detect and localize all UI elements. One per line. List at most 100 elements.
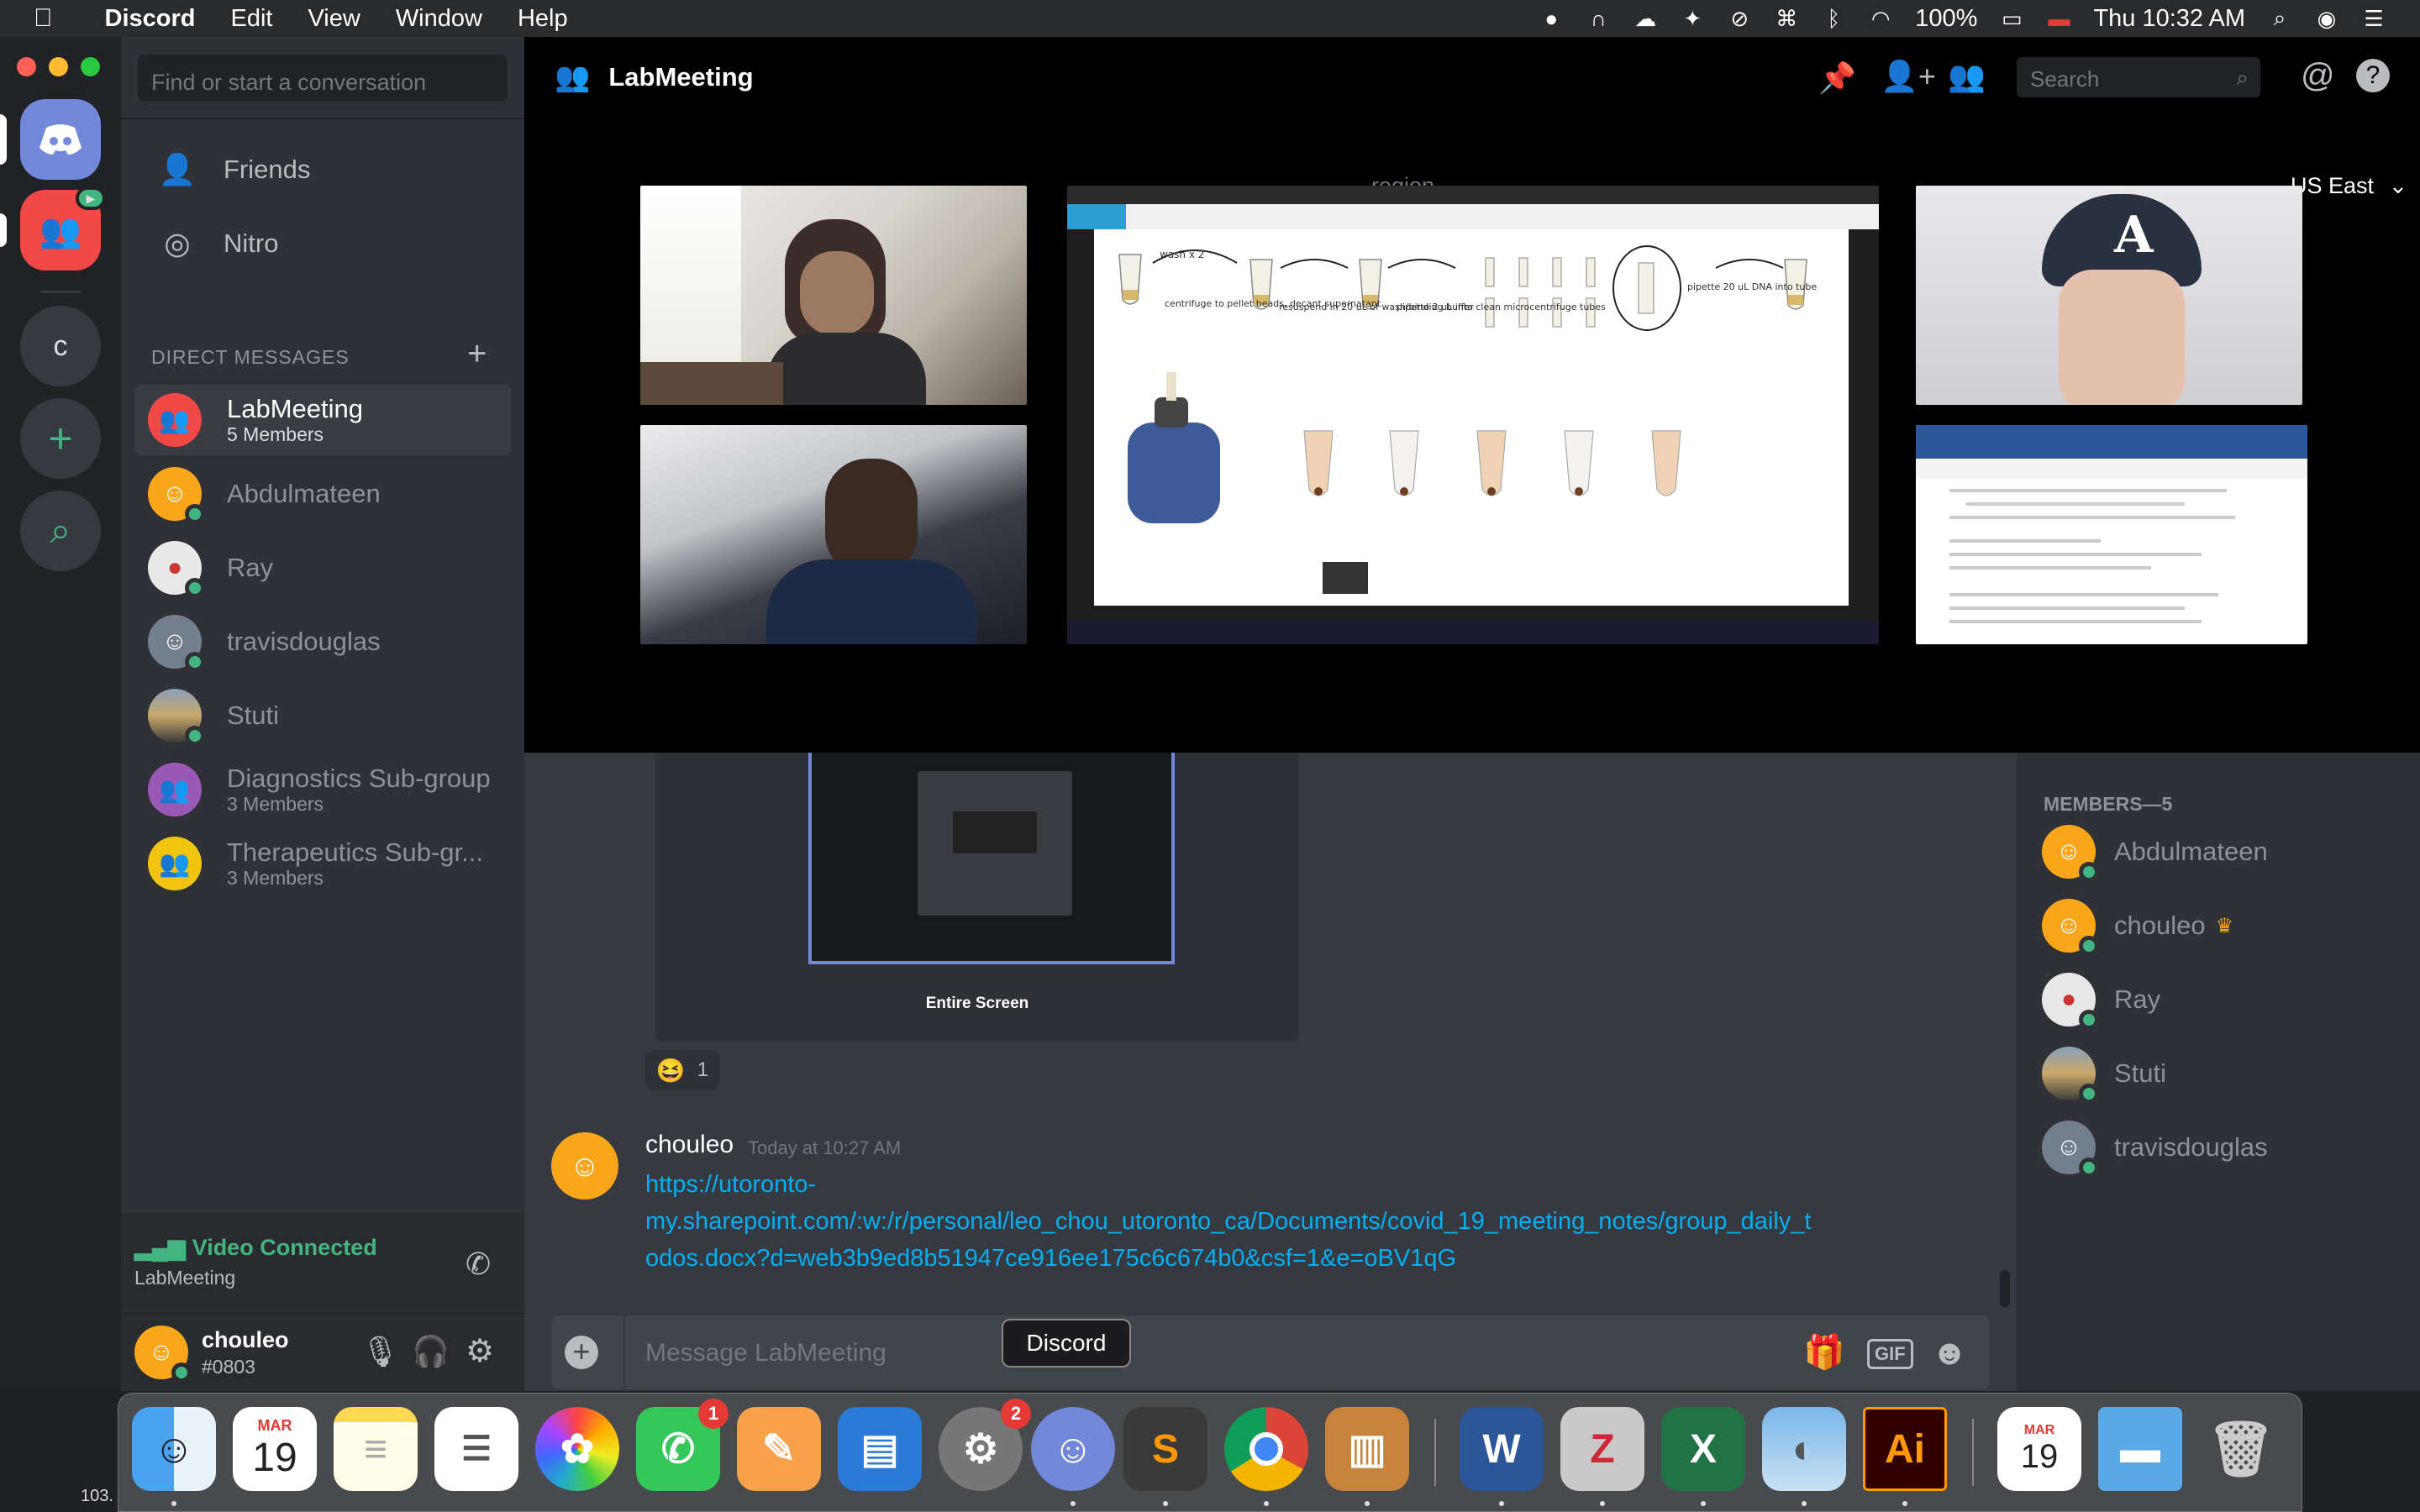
- chat-scrollbar[interactable]: [2000, 1270, 2010, 1307]
- menu-app-name[interactable]: Discord: [105, 5, 196, 33]
- entire-screen-preview[interactable]: [808, 753, 1175, 964]
- gift-icon[interactable]: 🎁: [1803, 1332, 1845, 1372]
- find-conversation-input[interactable]: Find or start a conversation: [138, 55, 508, 102]
- pages-icon[interactable]: ✎: [737, 1407, 821, 1491]
- dm-ray[interactable]: ● Ray: [134, 533, 511, 603]
- contacts-icon[interactable]: ▥: [1325, 1407, 1409, 1491]
- message-search-input[interactable]: Search ⌕: [2017, 57, 2260, 97]
- discord-dock-icon[interactable]: ☺: [1031, 1407, 1115, 1491]
- user-name[interactable]: chouleo: [202, 1327, 289, 1353]
- menu-window[interactable]: Window: [396, 5, 482, 33]
- message-link[interactable]: https://utoronto- my.sharepoint.com/:w:/…: [645, 1166, 1906, 1277]
- dm-stuti[interactable]: Stuti: [134, 680, 511, 751]
- mentions-icon[interactable]: @: [2301, 57, 2335, 95]
- help-icon[interactable]: ?: [2356, 59, 2390, 92]
- minimize-window-button[interactable]: [49, 57, 68, 76]
- sublime-text-icon[interactable]: S: [1123, 1407, 1207, 1491]
- region-select[interactable]: US East ⌄: [2291, 173, 2407, 199]
- sync-icon[interactable]: ⊘: [1727, 6, 1752, 31]
- spotlight-icon[interactable]: ⌕: [2267, 5, 2292, 31]
- video-tile-participant-4[interactable]: [1916, 425, 2307, 644]
- notification-center-icon[interactable]: ☰: [2361, 6, 2386, 31]
- reminders-icon[interactable]: ☰: [434, 1407, 518, 1491]
- add-server-button[interactable]: +: [20, 398, 101, 479]
- microphone-icon[interactable]: 🎙: [361, 1334, 400, 1369]
- link-line-1[interactable]: https://utoronto-: [645, 1166, 1906, 1203]
- link-line-2[interactable]: my.sharepoint.com/:w:/r/personal/leo_cho…: [645, 1203, 1906, 1240]
- signal-icon[interactable]: ▂▄▆: [134, 1235, 186, 1261]
- excel-icon[interactable]: X: [1661, 1407, 1745, 1491]
- preview-icon[interactable]: ◐: [1762, 1407, 1846, 1491]
- member-abdulmateen[interactable]: ☺ Abdulmateen: [2042, 818, 2395, 885]
- home-button[interactable]: [20, 99, 101, 180]
- pin-icon[interactable]: 📌: [1818, 60, 1856, 96]
- wifi-icon[interactable]: ◠: [1868, 6, 1893, 31]
- add-friend-icon[interactable]: 👤+: [1881, 59, 1936, 94]
- trash-icon[interactable]: 🗑: [2199, 1407, 2283, 1491]
- video-tile-participant-3[interactable]: A: [1916, 186, 2302, 405]
- message-author[interactable]: chouleo: [645, 1131, 734, 1159]
- battery-icon[interactable]: ▭: [1999, 6, 2024, 31]
- create-dm-icon[interactable]: +: [467, 335, 487, 373]
- nitro-nav[interactable]: ◎ Nitro: [134, 212, 511, 276]
- downloads-folder-icon[interactable]: ▬: [2098, 1407, 2182, 1491]
- server-c-button[interactable]: c: [20, 306, 101, 386]
- word-icon[interactable]: W: [1460, 1407, 1544, 1491]
- voice-status-label[interactable]: Video Connected: [192, 1235, 377, 1261]
- illustrator-icon[interactable]: Ai: [1863, 1407, 1947, 1491]
- active-group-call-button[interactable]: 👥 ▶: [20, 186, 106, 270]
- member-stuti[interactable]: Stuti: [2042, 1040, 2395, 1107]
- message-author-avatar[interactable]: ☺: [551, 1132, 618, 1200]
- member-travisdouglas[interactable]: ☺ travisdouglas: [2042, 1114, 2395, 1181]
- photos-icon[interactable]: ✿: [535, 1407, 619, 1491]
- battery-percent[interactable]: 100%: [1915, 5, 1977, 33]
- close-window-button[interactable]: [17, 57, 36, 76]
- disconnect-call-icon[interactable]: ✆: [466, 1247, 491, 1282]
- dropbox-icon[interactable]: ✦: [1680, 6, 1705, 31]
- dm-labmeeting[interactable]: 👥 LabMeeting 5 Members: [134, 385, 511, 455]
- zotero-icon[interactable]: Z: [1560, 1407, 1644, 1491]
- menu-edit[interactable]: Edit: [230, 5, 272, 33]
- bluetooth-icon[interactable]: ᛒ: [1821, 6, 1846, 31]
- friends-nav[interactable]: 👤 Friends: [134, 138, 511, 202]
- voice-channel-name[interactable]: LabMeeting: [134, 1267, 235, 1289]
- video-tile-participant-2[interactable]: [640, 425, 1027, 644]
- flag-icon[interactable]: ▬: [2046, 6, 2071, 31]
- link-line-3[interactable]: odos.docx?d=web3b9ed8b51947ce916ee175c6c…: [645, 1240, 1906, 1277]
- notes-icon[interactable]: ≡: [334, 1407, 418, 1491]
- video-tile-participant-1[interactable]: [640, 186, 1027, 405]
- dm-therapeutics-subgroup[interactable]: 👥 Therapeutics Sub-gr... 3 Members: [134, 828, 511, 899]
- member-ray[interactable]: ● Ray: [2042, 966, 2395, 1033]
- zoom-window-button[interactable]: [81, 57, 100, 76]
- member-chouleo[interactable]: ☺ chouleo ♛: [2042, 892, 2395, 959]
- apple-icon[interactable]: : [34, 4, 53, 33]
- cloud-icon[interactable]: ☁: [1633, 6, 1658, 31]
- headphone-tray-icon[interactable]: ∩: [1586, 6, 1611, 31]
- dm-abdulmateen[interactable]: ☺ Abdulmateen: [134, 459, 511, 529]
- user-avatar[interactable]: ☺: [134, 1326, 192, 1383]
- calendar-document-icon[interactable]: MAR 19: [1997, 1407, 2081, 1491]
- member-list-icon[interactable]: 👥: [1948, 59, 1986, 94]
- calendar-icon[interactable]: MAR 19: [233, 1407, 317, 1491]
- chrome-icon[interactable]: [1224, 1407, 1308, 1491]
- upload-plus-icon[interactable]: +: [565, 1336, 598, 1369]
- keynote-icon[interactable]: ▤: [838, 1407, 922, 1491]
- system-preferences-icon[interactable]: ⚙ 2: [939, 1399, 1031, 1491]
- dm-travisdouglas[interactable]: ☺ travisdouglas: [134, 606, 511, 677]
- facetime-icon[interactable]: ✆ 1: [636, 1399, 729, 1491]
- user-settings-gear-icon[interactable]: ⚙: [466, 1332, 494, 1370]
- screen-share-tile[interactable]: wash x 2 centrifuge to pellet beads, dec…: [1067, 186, 1879, 644]
- menu-help[interactable]: Help: [518, 5, 568, 33]
- emoji-picker-icon[interactable]: ☻: [1931, 1332, 1968, 1373]
- siri-icon[interactable]: ◉: [2314, 6, 2339, 31]
- gif-button[interactable]: GIF: [1867, 1339, 1913, 1369]
- reaction-pill[interactable]: 😆 1: [645, 1050, 719, 1090]
- command-icon[interactable]: ⌘: [1774, 6, 1799, 31]
- headphones-icon[interactable]: 🎧: [412, 1334, 450, 1369]
- dm-diagnostics-subgroup[interactable]: 👥 Diagnostics Sub-group 3 Members: [134, 754, 511, 825]
- menu-view[interactable]: View: [308, 5, 360, 33]
- record-icon[interactable]: ●: [1539, 6, 1564, 31]
- message-input[interactable]: Message LabMeeting: [645, 1339, 886, 1368]
- clock[interactable]: Thu 10:32 AM: [2093, 5, 2245, 33]
- finder-icon[interactable]: ☺: [132, 1407, 216, 1491]
